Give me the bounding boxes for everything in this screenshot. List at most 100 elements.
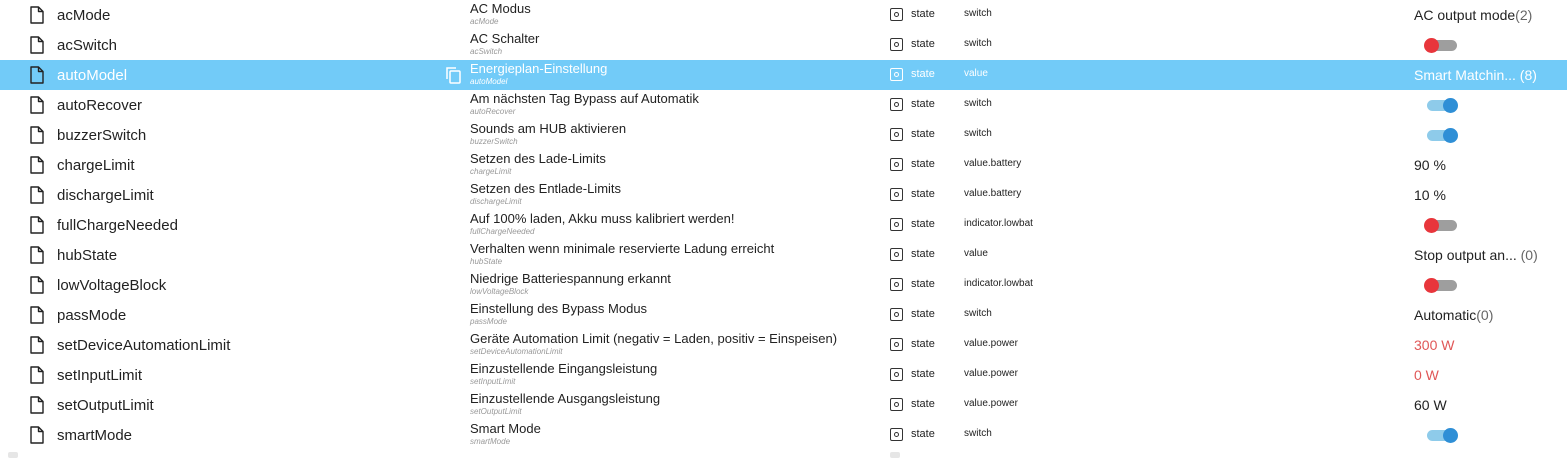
state-type-icon [890,38,903,51]
object-name-key: smartMode [470,437,511,446]
object-type: state [911,398,935,410]
value-count: (0) [1476,307,1494,323]
object-value[interactable]: 0 W [1414,367,1439,383]
object-value[interactable]: 300 W [1414,337,1454,353]
object-name-key: fullChargeNeeded [470,227,535,236]
object-row-acSwitch[interactable]: acSwitch AC Schalter acSwitch state switch [0,30,1567,60]
toggle-knob [1424,278,1439,293]
object-row-fullChargeNeeded[interactable]: fullChargeNeeded Auf 100% laden, Akku mus… [0,210,1567,240]
object-name-key: autoRecover [470,107,516,116]
value-text: 60 W [1414,397,1447,413]
value-count: (8) [1515,67,1537,83]
state-type-icon [890,308,903,321]
object-row-acMode[interactable]: acMode AC Modus acMode state switch AC output… [0,0,1567,30]
value-text: 90 % [1414,157,1446,173]
value-toggle-on[interactable] [1424,98,1458,113]
value-toggle-off[interactable] [1424,38,1458,53]
object-list: acMode AC Modus acMode state switch AC output… [0,0,1567,450]
copy-icon[interactable] [444,66,462,84]
file-icon [29,366,45,384]
object-name-key: chargeLimit [470,167,512,176]
value-text: 0 W [1414,367,1439,383]
object-row-hubState[interactable]: hubState Verhalten wenn minimale reservie… [0,240,1567,270]
object-name-key: setOutputLimit [470,407,522,416]
file-icon [29,126,45,144]
object-type: state [911,128,935,140]
object-id: hubState [57,247,118,264]
object-value[interactable]: Stop output an... (0) [1414,247,1538,263]
object-row-autoModel[interactable]: autoModel Energieplan-Einstellung autoMode… [0,60,1567,90]
object-role: value [964,68,988,79]
object-row-setOutputLimit[interactable]: setOutputLimit Einzustellende Ausgangslei… [0,390,1567,420]
file-icon [29,216,45,234]
object-id: setOutputLimit [57,397,154,414]
toggle-knob [1424,38,1439,53]
value-toggle-off[interactable] [1424,278,1458,293]
object-name: Geräte Automation Limit (negativ = Laden… [470,331,838,346]
object-row-setInputLimit[interactable]: setInputLimit Einzustellende Eingangsleis… [0,360,1567,390]
object-name: Auf 100% laden, Akku muss kalibriert wer… [470,211,735,226]
value-toggle-on[interactable] [1424,128,1458,143]
object-role: indicator.lowbat [964,218,1033,229]
toggle-knob [1443,98,1458,113]
object-row-chargeLimit[interactable]: chargeLimit Setzen des Lade-Limits chargeL… [0,150,1567,180]
object-name: Einstellung des Bypass Modus [470,301,648,316]
object-name-key: setInputLimit [470,377,516,386]
file-icon [29,186,45,204]
state-type-icon [890,428,903,441]
file-icon [29,36,45,54]
object-value[interactable]: 90 % [1414,157,1446,173]
next-row-partial [0,452,1567,458]
object-name: Setzen des Lade-Limits [470,151,606,166]
object-name-key: acMode [470,17,499,26]
object-value[interactable]: 60 W [1414,397,1447,413]
object-type: state [911,308,935,320]
object-role: switch [964,8,992,19]
object-name: AC Schalter [470,31,540,46]
object-type: state [911,218,935,230]
object-value[interactable]: Smart Matchin... (8) [1414,67,1537,83]
object-name-key: setDeviceAutomationLimit [470,347,563,356]
state-type-icon [890,128,903,141]
file-icon [29,336,45,354]
object-name-key: autoModel [470,77,508,86]
object-id: setDeviceAutomationLimit [57,337,231,354]
object-role: switch [964,38,992,49]
value-text: 300 W [1414,337,1455,353]
object-id: acSwitch [57,37,118,54]
object-role: value.battery [964,158,1022,169]
object-row-passMode[interactable]: passMode Einstellung des Bypass Modus pass… [0,300,1567,330]
row-partial-icon [8,452,18,458]
object-type: state [911,338,935,350]
object-type: state [911,248,935,260]
state-type-icon [890,338,903,351]
value-toggle-off[interactable] [1424,218,1458,233]
object-type: state [911,98,935,110]
object-value[interactable]: AC output mode(2) [1414,7,1532,23]
object-role: switch [964,98,992,109]
object-value[interactable]: Automatic(0) [1414,307,1493,323]
object-row-setDeviceAutomationLimit[interactable]: setDeviceAutomationLimit Geräte Automatio… [0,330,1567,360]
row-partial-type-icon [890,452,900,458]
object-type: state [911,368,935,380]
object-name-key: passMode [470,317,507,326]
file-icon [29,96,45,114]
object-row-smartMode[interactable]: smartMode Smart Mode smartMode state switch [0,420,1567,450]
object-id: setInputLimit [57,367,143,384]
object-type: state [911,68,935,80]
file-icon [29,396,45,414]
object-row-autoRecover[interactable]: autoRecover Am nächsten Tag Bypass auf Au… [0,90,1567,120]
object-row-lowVoltageBlock[interactable]: lowVoltageBlock Niedrige Batteriespannung… [0,270,1567,300]
object-row-buzzerSwitch[interactable]: buzzerSwitch Sounds am HUB aktivieren buzz… [0,120,1567,150]
state-type-icon [890,398,903,411]
object-row-dischargeLimit[interactable]: dischargeLimit Setzen des Entlade-Limits d… [0,180,1567,210]
object-role: value.power [964,368,1018,379]
toggle-knob [1424,218,1439,233]
object-id: smartMode [57,427,133,444]
object-role: switch [964,428,992,439]
object-id: passMode [57,307,127,324]
object-name-key: dischargeLimit [470,197,522,206]
state-type-icon [890,8,903,21]
value-toggle-on[interactable] [1424,428,1458,443]
object-value[interactable]: 10 % [1414,187,1446,203]
